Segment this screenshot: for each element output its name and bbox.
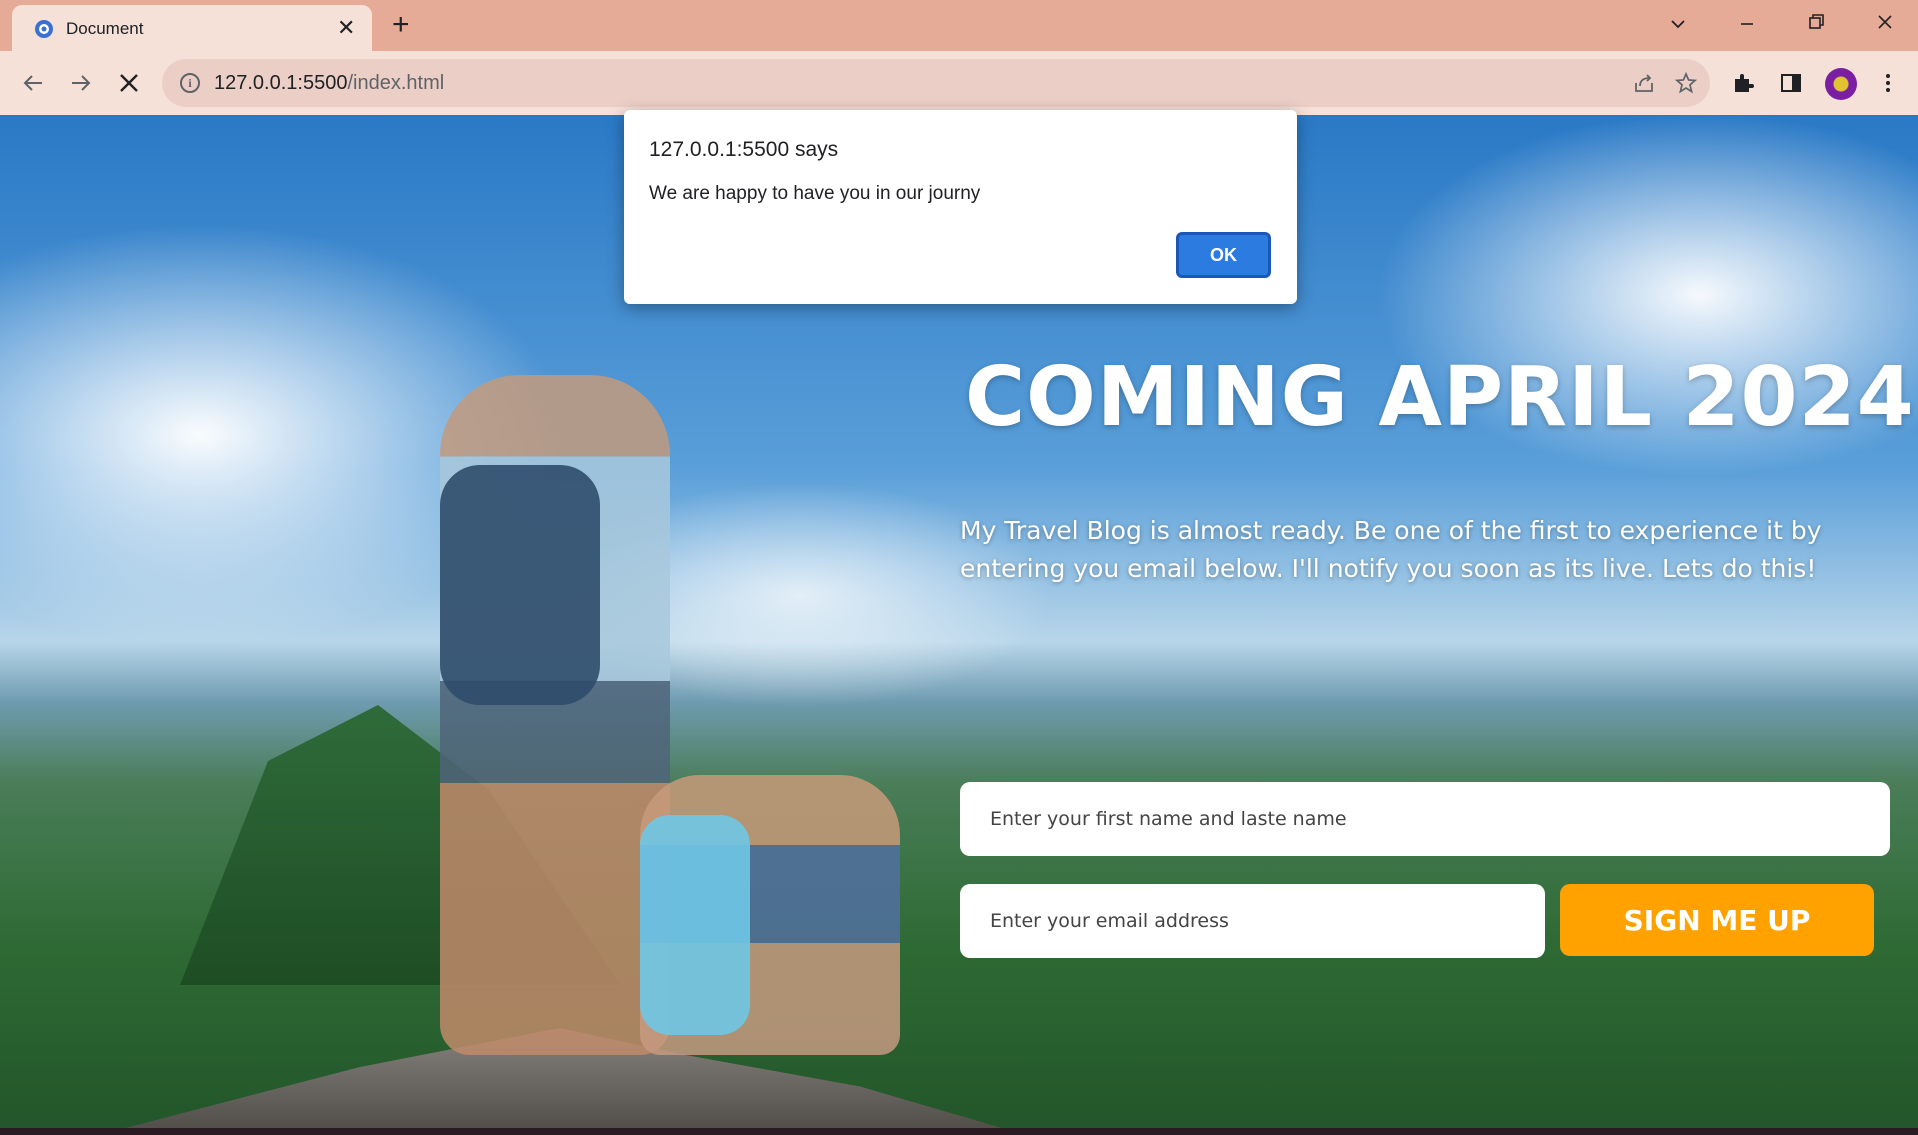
- page-headline: COMING APRIL 2024: [965, 350, 1915, 445]
- hiker-backpack: [440, 465, 600, 705]
- tab-strip: Document ✕ +: [0, 0, 1918, 51]
- sleeping-mat-backpack: [640, 815, 750, 1035]
- forward-arrow-icon[interactable]: [68, 70, 94, 96]
- address-bar[interactable]: i 127.0.0.1:5500/index.html: [162, 59, 1710, 107]
- browser-toolbar: i 127.0.0.1:5500/index.html: [0, 51, 1918, 115]
- minimize-icon[interactable]: [1737, 14, 1757, 34]
- sign-me-up-button[interactable]: SIGN ME UP: [1560, 884, 1874, 956]
- name-input[interactable]: [960, 782, 1890, 856]
- alert-title: 127.0.0.1:5500 says: [649, 138, 839, 161]
- alert-ok-button[interactable]: OK: [1176, 232, 1271, 278]
- page-bottom-edge: [0, 1128, 1918, 1135]
- site-info-icon[interactable]: i: [180, 73, 200, 93]
- back-arrow-icon[interactable]: [20, 70, 46, 96]
- email-input[interactable]: [960, 884, 1545, 958]
- extensions-puzzle-icon[interactable]: [1731, 71, 1755, 95]
- side-panel-icon[interactable]: [1779, 71, 1803, 95]
- new-tab-icon[interactable]: +: [392, 10, 410, 40]
- url-text: 127.0.0.1:5500/index.html: [214, 72, 445, 94]
- stop-loading-icon[interactable]: [117, 71, 141, 95]
- close-icon[interactable]: [1875, 12, 1895, 32]
- tab-close-icon[interactable]: ✕: [337, 16, 355, 40]
- chevron-down-icon[interactable]: [1668, 14, 1688, 34]
- alert-dialog: 127.0.0.1:5500 says We are happy to have…: [624, 110, 1297, 304]
- tab-title: Document: [66, 19, 144, 38]
- restore-icon[interactable]: [1806, 12, 1826, 32]
- menu-kebab-icon[interactable]: [1876, 71, 1900, 95]
- share-icon[interactable]: [1632, 71, 1656, 95]
- alert-message: We are happy to have you in our journy: [649, 183, 981, 204]
- profile-avatar-icon[interactable]: [1825, 68, 1857, 100]
- page-subtext: My Travel Blog is almost ready. Be one o…: [960, 516, 1822, 583]
- bookmark-star-icon[interactable]: [1674, 71, 1698, 95]
- browser-tab[interactable]: Document ✕: [12, 5, 372, 51]
- tab-favicon-icon: [35, 20, 53, 38]
